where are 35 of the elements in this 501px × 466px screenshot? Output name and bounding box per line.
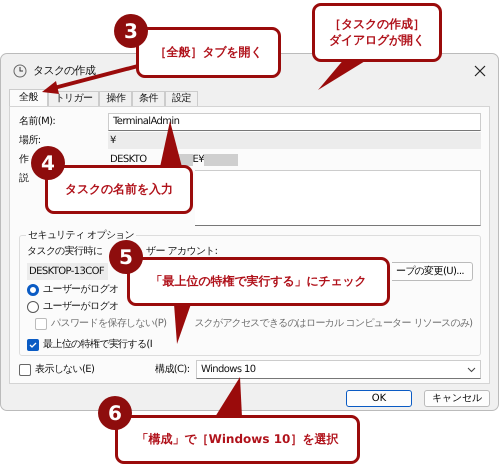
option-label: 最上位の特権で実行する(I [43, 338, 152, 352]
author-value: E¥ [192, 153, 204, 167]
option-label: パスワードを保存しない(P) [51, 317, 166, 331]
step-number: 3 [114, 14, 148, 48]
callout-text: ダイアログが開く [329, 32, 425, 48]
callout-text: タスクの名前を入力 [65, 182, 173, 198]
configure-dropdown[interactable]: Windows 10 [196, 360, 481, 379]
tab[interactable]: 条件 [132, 91, 166, 106]
field-label: 構成(C): [154, 362, 190, 377]
callout-text: ［全般］タブを開く [154, 44, 262, 60]
author-value: DESKTO [110, 153, 147, 167]
callout-text: 「最上位の特権で実行する」にチェック [150, 274, 366, 290]
tab[interactable]: トリガー [48, 91, 100, 106]
checkbox-label: 表示しない(E) [35, 362, 94, 377]
field-label: 説 [19, 173, 28, 184]
account-field: DESKTOP-13COF [27, 262, 108, 280]
field-label: 名前(M): [19, 116, 56, 127]
account-label: タスクの実行時に [27, 244, 102, 259]
callout-text: ［タスクの作成］ [329, 16, 425, 32]
tab[interactable]: 操作 [99, 91, 132, 106]
tab[interactable]: 設定 [165, 91, 198, 106]
location-field: ¥ [108, 132, 481, 149]
account-label: ザー アカウント: [146, 245, 218, 259]
dialog-button[interactable]: キャンセル [424, 390, 490, 407]
option-label: ユーザーがログオ [43, 283, 118, 297]
option-label: スクがアクセスできるのはローカル コンピューター リソースのみ) [194, 317, 472, 331]
field-label: 場所: [19, 135, 41, 146]
window-title: タスクの作成 [33, 62, 96, 79]
callout-text: 「構成」で［Windows 10］を選択 [136, 432, 338, 448]
dialog-button[interactable]: OK [346, 390, 412, 407]
change-user-button[interactable]: ープの変更(U)... [392, 262, 473, 280]
name-field[interactable]: TerminalAdmin [108, 113, 481, 131]
tab[interactable]: 全般 [9, 89, 48, 106]
field-label: 作 [19, 154, 28, 165]
option-label: ユーザーがログオ [43, 300, 118, 314]
